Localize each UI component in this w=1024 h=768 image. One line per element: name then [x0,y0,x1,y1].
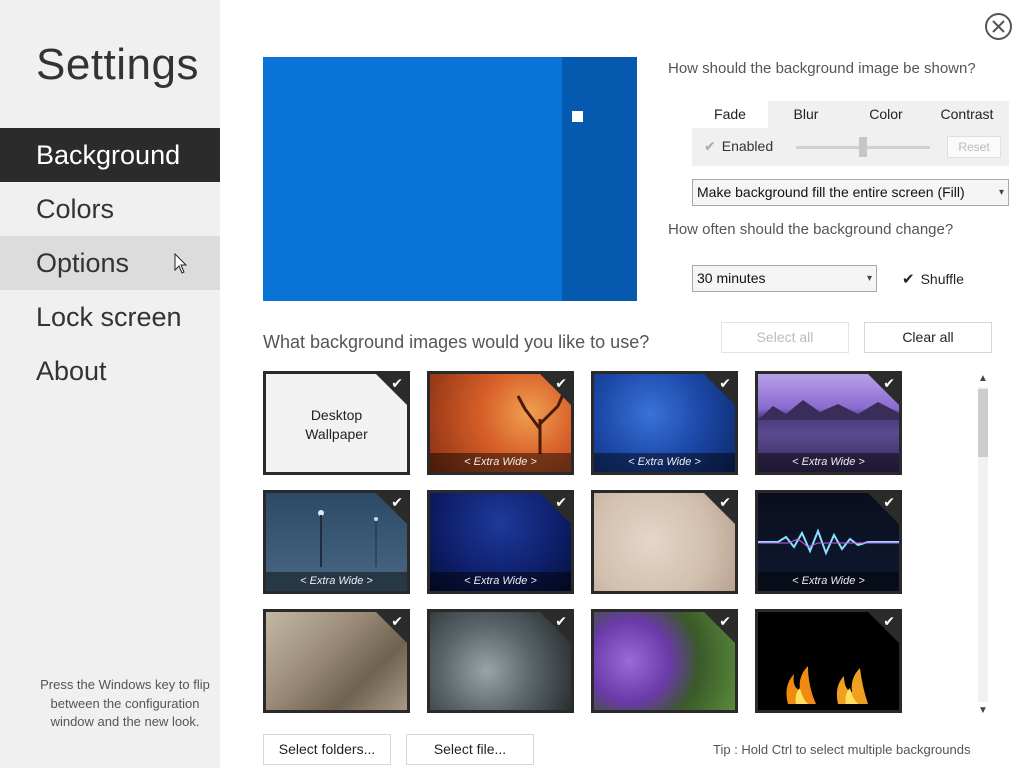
check-icon: ✔ [704,138,716,154]
check-icon: ✔ [902,271,915,288]
check-icon: ✔ [883,375,895,391]
image-thumb-foggy-street-lamps[interactable]: < Extra Wide > ✔ [263,490,410,594]
chevron-down-icon[interactable]: ▼ [978,705,988,716]
check-icon: ✔ [719,494,731,510]
fire-icon [786,666,868,704]
image-thumb-purple-vase[interactable]: ✔ [591,609,738,713]
effect-panel: Fade Blur Color Contrast ✔ Enabled Reset [692,101,1009,166]
desktop-wallpaper-label: Desktop Wallpaper [305,407,368,442]
extra-wide-label: < Extra Wide > [266,572,407,591]
extra-wide-label: < Extra Wide > [758,572,899,591]
close-icon [992,20,1005,33]
extra-wide-label: < Extra Wide > [430,453,571,472]
image-thumb-purple-mountain-lake[interactable]: < Extra Wide > ✔ [755,371,902,475]
extra-wide-label: < Extra Wide > [594,453,735,472]
fill-mode-value: Make background fill the entire screen (… [697,184,965,200]
image-thumb-beige-paper[interactable]: ✔ [591,490,738,594]
check-icon: ✔ [391,494,403,510]
check-icon: ✔ [883,494,895,510]
background-preview [263,57,637,301]
tab-fade[interactable]: Fade [692,101,768,128]
sidebar: Settings Background Colors Options Lock … [0,0,220,768]
check-icon: ✔ [391,613,403,629]
shuffle-label: Shuffle [920,271,964,287]
image-grid: Desktop Wallpaper ✔ < Extra Wide > ✔ < Ex… [263,371,913,716]
interval-value: 30 minutes [697,270,766,286]
change-question: How often should the background change? [668,221,954,238]
check-icon: ✔ [719,613,731,629]
page-title: Settings [36,40,199,89]
enabled-label: Enabled [721,138,774,154]
check-icon: ✔ [555,613,567,629]
tip-text: Tip : Hold Ctrl to select multiple backg… [713,742,971,757]
sidebar-item-lock-screen[interactable]: Lock screen [0,290,220,344]
image-thumb-dark-blue-stars[interactable]: < Extra Wide > ✔ [427,490,574,594]
sidebar-tip: Press the Windows key to flip between th… [40,677,210,729]
image-thumb-clay-pot[interactable]: ✔ [427,609,574,713]
extra-wide-label: < Extra Wide > [430,572,571,591]
image-scrollbar[interactable]: ▲ ▼ [975,373,992,716]
tab-blur[interactable]: Blur [768,101,844,128]
select-folders-button[interactable]: Select folders... [263,734,391,765]
mouse-cursor-icon [174,253,188,274]
chevron-down-icon: ▾ [866,273,872,284]
check-icon: ✔ [555,494,567,510]
reset-button[interactable]: Reset [947,136,1001,158]
enabled-checkbox[interactable]: ✔ Enabled [704,138,773,155]
check-icon: ✔ [719,375,731,391]
sidebar-item-background[interactable]: Background [0,128,220,182]
chevron-down-icon: ▾ [998,187,1004,198]
image-thumb-fire[interactable]: ✔ [755,609,902,713]
chevron-up-icon[interactable]: ▲ [978,373,988,384]
extra-wide-label: < Extra Wide > [758,453,899,472]
shuffle-checkbox[interactable]: ✔ Shuffle [902,270,964,288]
display-question: How should the background image be shown… [668,60,976,77]
preview-side-panel [562,57,637,301]
clear-all-button[interactable]: Clear all [864,322,992,353]
select-file-button[interactable]: Select file... [406,734,534,765]
image-thumb-stone-pavement[interactable]: ✔ [263,609,410,713]
tab-contrast[interactable]: Contrast [928,101,1006,128]
check-icon: ✔ [883,613,895,629]
effect-slider-thumb[interactable] [859,137,867,157]
scroll-thumb[interactable] [978,389,988,457]
interval-select[interactable]: 30 minutes ▾ [692,265,877,292]
sidebar-item-colors[interactable]: Colors [0,182,220,236]
close-button[interactable] [985,13,1012,40]
sound-wave-icon [758,528,899,556]
image-thumb-blue-bokeh[interactable]: < Extra Wide > ✔ [591,371,738,475]
images-question: What background images would you like to… [263,332,650,352]
check-icon: ✔ [391,375,403,391]
fill-mode-select[interactable]: Make background fill the entire screen (… [692,179,1009,206]
sidebar-item-about[interactable]: About [0,344,220,398]
street-lamp-icon [318,510,378,567]
image-thumb-desktop[interactable]: Desktop Wallpaper ✔ [263,371,410,475]
tab-color[interactable]: Color [848,101,924,128]
image-thumb-autumn-tree[interactable]: < Extra Wide > ✔ [427,371,574,475]
select-all-button[interactable]: Select all [721,322,849,353]
image-thumb-sound-wave[interactable]: < Extra Wide > ✔ [755,490,902,594]
check-icon: ✔ [555,375,567,391]
preview-marker [572,111,583,122]
